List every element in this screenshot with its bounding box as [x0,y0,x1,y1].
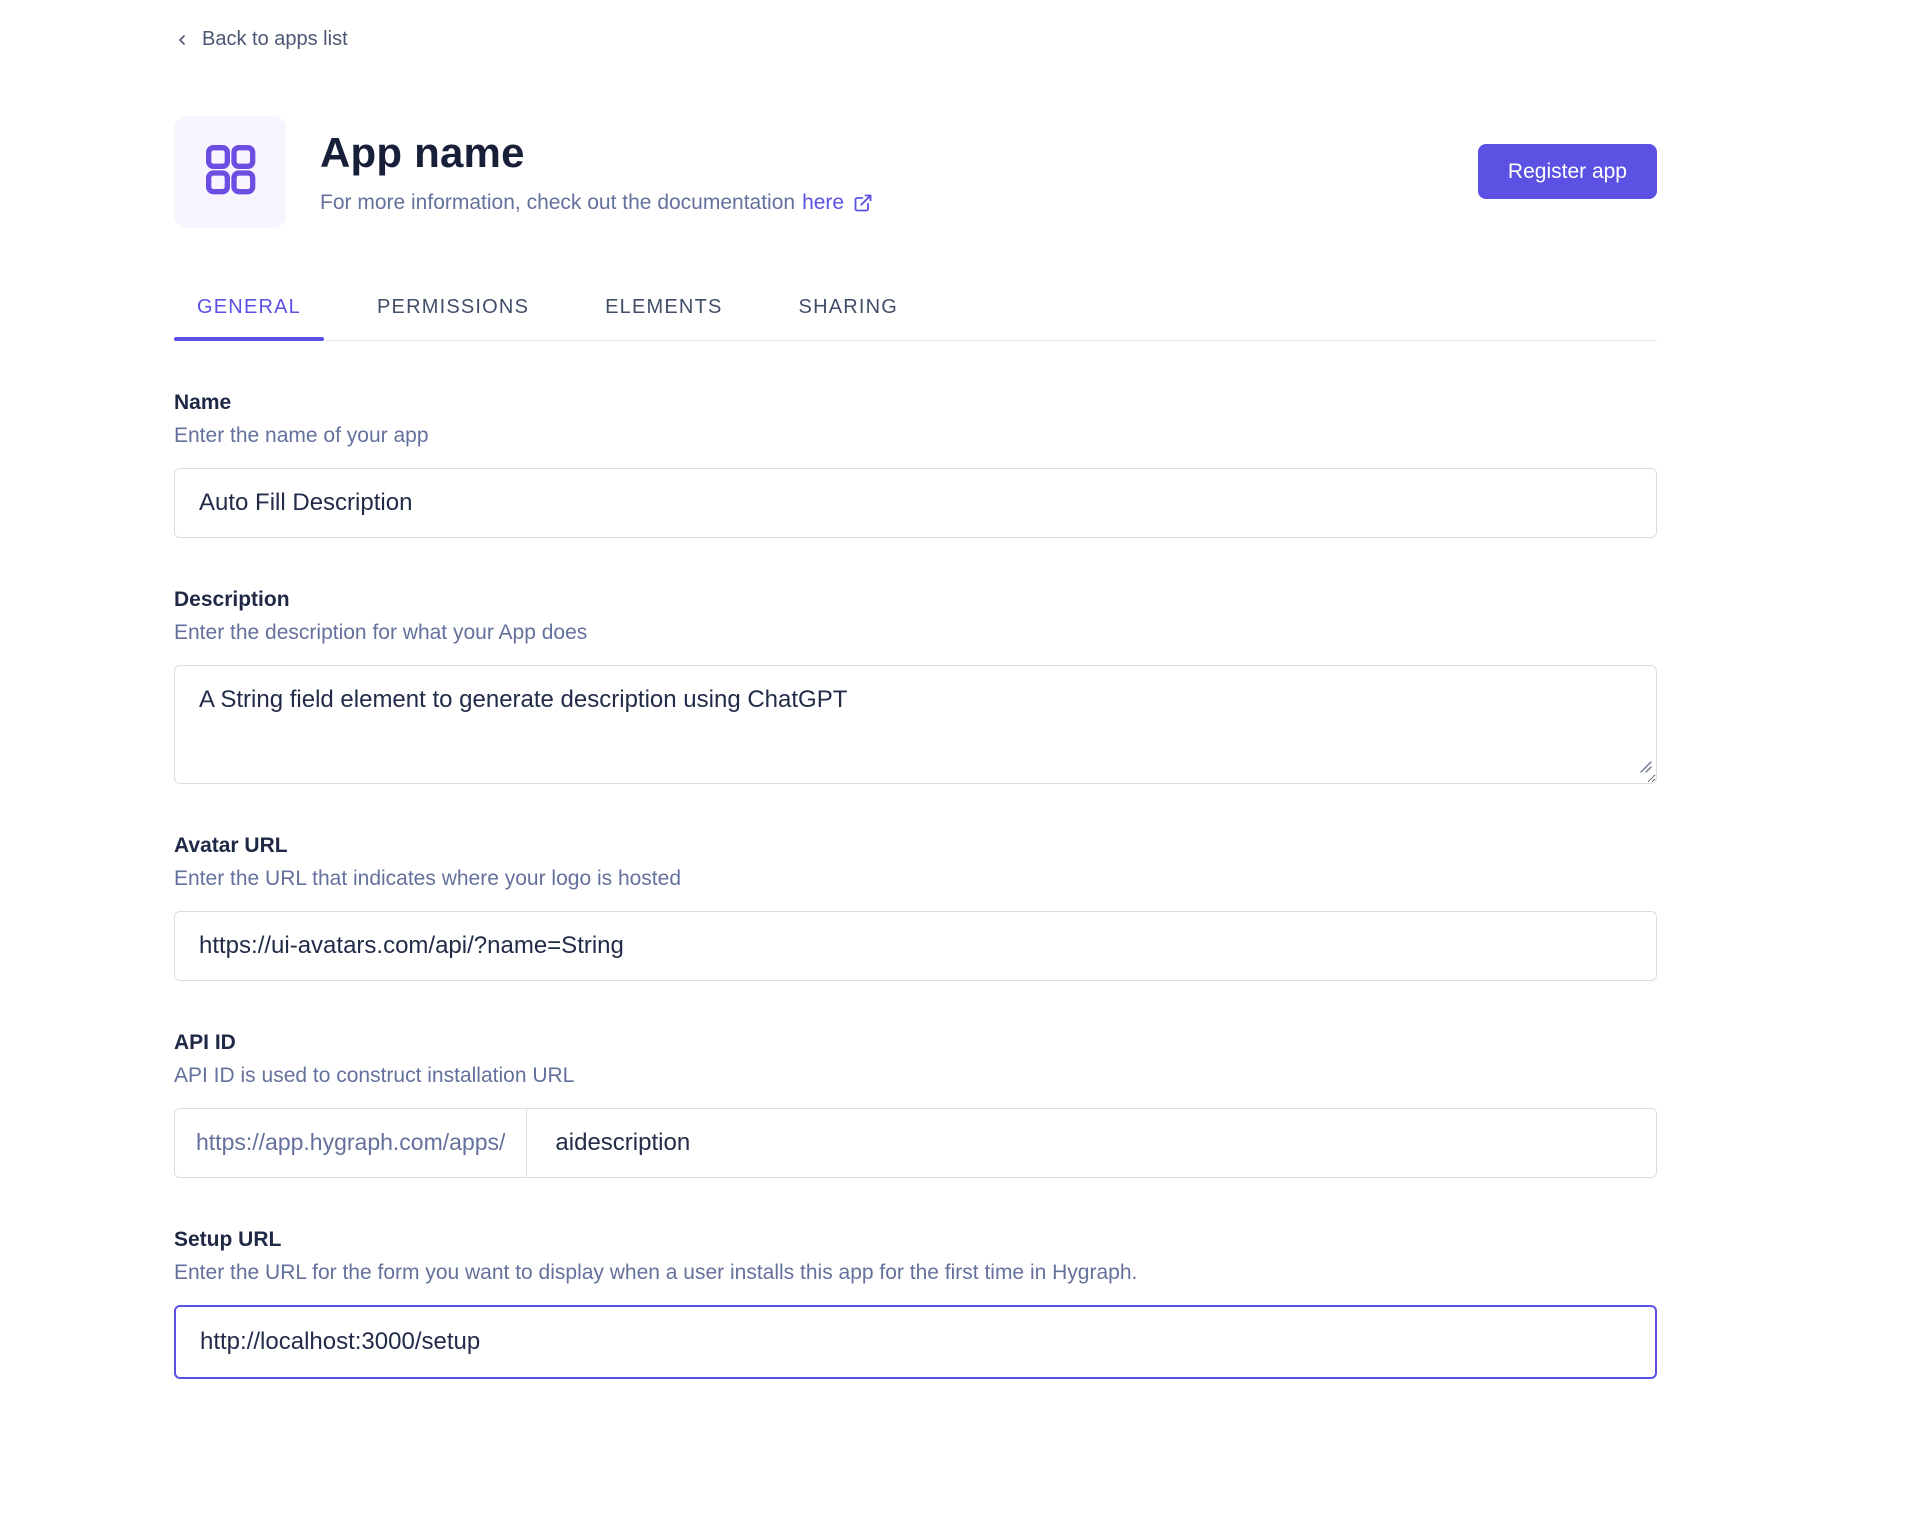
documentation-line: For more information, check out the docu… [320,191,873,215]
setup-url-input[interactable] [174,1305,1657,1379]
tab-general[interactable]: GENERAL [174,296,324,340]
api-id-input[interactable] [527,1109,1656,1177]
avatar-url-input[interactable] [174,911,1657,981]
tab-elements[interactable]: ELEMENTS [582,296,745,340]
name-field-section: Name Enter the name of your app [174,391,1657,538]
page-title: App name [320,129,873,177]
name-input[interactable] [174,468,1657,538]
description-field-section: Description Enter the description for wh… [174,588,1657,784]
description-helper: Enter the description for what your App … [174,621,1657,645]
avatar-url-label: Avatar URL [174,834,1657,858]
setup-url-helper: Enter the URL for the form you want to d… [174,1261,1657,1285]
api-id-input-group: https://app.hygraph.com/apps/ [174,1108,1657,1178]
app-registration-page: Back to apps list App name For more info… [0,0,1657,1379]
app-header: App name For more information, check out… [174,116,1657,228]
api-id-url-prefix: https://app.hygraph.com/apps/ [175,1109,527,1177]
description-textarea[interactable]: A String field element to generate descr… [174,665,1657,784]
avatar-url-helper: Enter the URL that indicates where your … [174,867,1657,891]
api-id-label: API ID [174,1031,1657,1055]
api-id-helper: API ID is used to construct installation… [174,1064,1657,1088]
name-label: Name [174,391,1657,415]
setup-url-field-section: Setup URL Enter the URL for the form you… [174,1228,1657,1379]
back-link-label: Back to apps list [202,28,348,51]
name-helper: Enter the name of your app [174,424,1657,448]
tab-bar: GENERAL PERMISSIONS ELEMENTS SHARING [174,296,1657,341]
external-link-icon[interactable] [851,193,873,213]
doc-text: For more information, check out the docu… [320,191,795,215]
chevron-left-icon [174,31,190,49]
setup-url-label: Setup URL [174,1228,1657,1252]
grid-icon [198,137,262,206]
tab-sharing[interactable]: SHARING [776,296,922,340]
api-id-field-section: API ID API ID is used to construct insta… [174,1031,1657,1178]
avatar-url-field-section: Avatar URL Enter the URL that indicates … [174,834,1657,981]
register-app-button[interactable]: Register app [1478,144,1657,199]
app-avatar [174,116,286,228]
documentation-link[interactable]: here [802,191,844,215]
tab-permissions[interactable]: PERMISSIONS [354,296,552,340]
description-label: Description [174,588,1657,612]
back-to-apps-link[interactable]: Back to apps list [174,28,348,51]
header-text: App name For more information, check out… [320,129,873,215]
